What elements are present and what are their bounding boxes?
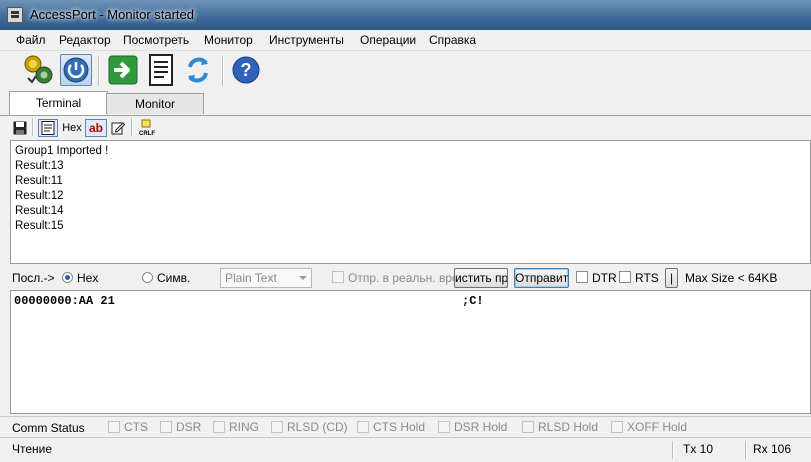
chevron-down-icon bbox=[299, 276, 307, 280]
realtime-label: Отпр. в реальн. вре bbox=[348, 271, 459, 285]
realtime-checkbox[interactable] bbox=[332, 271, 344, 283]
menu-view[interactable]: Посмотреть bbox=[123, 33, 189, 47]
send-button[interactable]: Отправить bbox=[514, 268, 569, 288]
help-icon[interactable]: ? bbox=[230, 54, 262, 86]
hex-radio[interactable] bbox=[62, 272, 73, 283]
svg-text:?: ? bbox=[241, 60, 252, 80]
dsr-hold-checkbox bbox=[438, 421, 450, 433]
receive-line: Result:12 bbox=[15, 190, 64, 202]
terminal-toolbar: Hex ab CRLF bbox=[0, 116, 811, 140]
app-icon[interactable] bbox=[7, 7, 23, 23]
tab-terminal[interactable]: Terminal bbox=[9, 91, 108, 116]
menu-help[interactable]: Справка bbox=[429, 33, 476, 47]
tx-counter: Tx 10 bbox=[683, 442, 714, 456]
hex-view-icon[interactable] bbox=[38, 119, 58, 137]
char-radio[interactable] bbox=[142, 272, 153, 283]
power-icon[interactable] bbox=[60, 54, 92, 86]
format-select-value: Plain Text bbox=[225, 271, 277, 285]
main-toolbar: ? bbox=[0, 51, 811, 91]
receive-line: Group1 Imported ! bbox=[15, 145, 109, 157]
rlsd-label: RLSD (CD) bbox=[287, 420, 348, 434]
dsr-label: DSR bbox=[176, 420, 202, 434]
ring-checkbox bbox=[213, 421, 225, 433]
text-mode-button[interactable]: ab bbox=[85, 119, 107, 137]
menu-operations[interactable]: Операции bbox=[360, 33, 416, 47]
menu-editor[interactable]: Редактор bbox=[59, 33, 111, 47]
dtr-checkbox[interactable] bbox=[576, 271, 588, 283]
menu-file[interactable]: Файл bbox=[16, 33, 46, 47]
crlf-icon[interactable]: CRLF bbox=[137, 119, 157, 137]
rlsd-hold-checkbox bbox=[522, 421, 534, 433]
hex-mode-button[interactable]: Hex bbox=[61, 119, 83, 137]
clear-button[interactable]: истить при bbox=[454, 268, 508, 288]
dsr-hold-label: DSR Hold bbox=[454, 420, 508, 434]
settings-coins-icon[interactable] bbox=[22, 54, 54, 86]
receive-text-area[interactable]: Group1 Imported ! Result:13 Result:11 Re… bbox=[10, 140, 811, 264]
receive-line: Result:14 bbox=[15, 205, 64, 217]
refresh-icon[interactable] bbox=[182, 54, 214, 86]
dtr-label: DTR bbox=[592, 271, 617, 285]
save-icon[interactable] bbox=[12, 119, 28, 137]
edit-icon[interactable] bbox=[109, 119, 127, 137]
send-ascii-text: ;C! bbox=[462, 294, 484, 308]
rts-label: RTS bbox=[635, 271, 659, 285]
rts-checkbox[interactable] bbox=[619, 271, 631, 283]
menu-tools[interactable]: Инструменты bbox=[269, 33, 344, 47]
send-hex-text: 00000000:AA 21 bbox=[14, 294, 115, 308]
hex-radio-label: Hex bbox=[77, 271, 99, 285]
cts-hold-checkbox bbox=[357, 421, 369, 433]
document-icon[interactable] bbox=[145, 54, 177, 86]
menu-monitor[interactable]: Монитор bbox=[204, 33, 253, 47]
cts-checkbox bbox=[108, 421, 120, 433]
pipe-button[interactable]: | bbox=[665, 268, 678, 288]
rlsd-hold-label: RLSD Hold bbox=[538, 420, 599, 434]
ring-label: RING bbox=[229, 420, 259, 434]
receive-line: Result:13 bbox=[15, 160, 64, 172]
dsr-checkbox bbox=[160, 421, 172, 433]
rx-counter: Rx 106 bbox=[753, 442, 792, 456]
cts-label: CTS bbox=[124, 420, 148, 434]
send-options-bar: Посл.-> Hex Симв. Plain Text Отпр. в реа… bbox=[0, 266, 811, 290]
arrow-right-icon[interactable] bbox=[107, 54, 139, 86]
title-bar: AccessPort - Monitor started bbox=[0, 0, 811, 30]
max-size-label: Max Size < 64KB bbox=[685, 271, 778, 285]
send-text-area[interactable]: 00000000:AA 21 ;C! bbox=[10, 290, 811, 414]
xoff-hold-label: XOFF Hold bbox=[627, 420, 688, 434]
tab-monitor[interactable]: Monitor bbox=[106, 93, 204, 114]
tab-strip: Terminal Monitor bbox=[0, 91, 811, 116]
send-label: Посл.-> bbox=[12, 271, 55, 285]
receive-line: Result:15 bbox=[15, 220, 64, 232]
crlf-label: CRLF bbox=[139, 131, 155, 137]
cts-hold-label: CTS Hold bbox=[373, 420, 426, 434]
menu-bar: Файл Редактор Посмотреть Монитор Инструм… bbox=[0, 30, 811, 51]
receive-line: Result:11 bbox=[15, 175, 63, 187]
rlsd-checkbox bbox=[271, 421, 283, 433]
char-radio-label: Симв. bbox=[157, 271, 191, 285]
format-select[interactable]: Plain Text bbox=[220, 268, 312, 288]
status-state: Чтение bbox=[12, 442, 53, 456]
status-bar: Чтение Tx 10 Rx 106 bbox=[0, 437, 811, 462]
xoff-hold-checkbox bbox=[611, 421, 623, 433]
comm-status-bar: Comm Status CTS DSR RING RLSD (CD) CTS H… bbox=[0, 416, 811, 437]
window-title: AccessPort - Monitor started bbox=[30, 7, 194, 22]
comm-status-label: Comm Status bbox=[12, 421, 85, 435]
